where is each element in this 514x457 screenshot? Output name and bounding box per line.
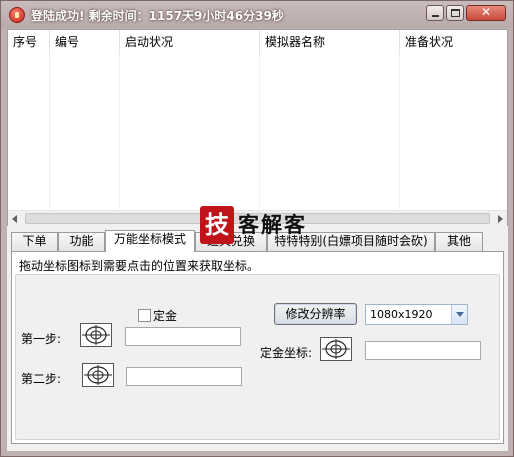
tab-other[interactable]: 其他 (435, 232, 483, 251)
change-resolution-button[interactable]: 修改分辨率 (274, 303, 357, 325)
main-window: 登陆成功! 剩余时间：1157天9小时46分39秒 ✕ 序号 编号 启动状况 模… (0, 0, 514, 457)
title-bar[interactable]: 登陆成功! 剩余时间：1157天9小时46分39秒 ✕ (1, 1, 513, 28)
window-title: 登陆成功! 剩余时间：1157天9小时46分39秒 (31, 9, 284, 23)
step2-target-button[interactable] (82, 363, 114, 387)
list-body[interactable] (8, 54, 507, 209)
minimize-icon (432, 15, 439, 17)
step2-label: 第二步: (21, 372, 62, 386)
column-header-index[interactable]: 序号 (8, 30, 50, 54)
coordinate-panel: 拖动坐标图标到需要点击的位置来获取坐标。 定金 第一步: 第二步: 修改分辨率 … (11, 251, 504, 444)
scroll-right-icon[interactable] (498, 215, 503, 223)
crosshair-target-icon (84, 365, 112, 385)
step1-coordinate-field[interactable] (125, 327, 241, 346)
scroll-left-icon[interactable] (12, 215, 17, 223)
dropdown-button[interactable] (451, 305, 467, 324)
column-header-id[interactable]: 编号 (50, 30, 120, 54)
app-icon (9, 7, 25, 23)
crosshair-target-icon (322, 339, 350, 359)
resolution-select[interactable]: 1080x1920 (365, 304, 468, 325)
maximize-button[interactable] (446, 5, 464, 21)
column-divider (399, 54, 400, 209)
chevron-down-icon (456, 312, 464, 317)
resolution-value: 1080x1920 (370, 308, 433, 321)
watermark-text: 客解客 (238, 212, 307, 237)
column-header-ready-status[interactable]: 准备状况 (400, 30, 507, 54)
checkbox-label: 定金 (153, 309, 178, 323)
deposit-target-button[interactable] (320, 337, 352, 361)
coordinate-group: 定金 第一步: 第二步: 修改分辨率 1080x1920 定金坐标: (15, 274, 500, 440)
tab-functions[interactable]: 功能 (58, 232, 105, 251)
deposit-coordinate-label: 定金坐标: (260, 346, 313, 360)
column-header-launch-status[interactable]: 启动状况 (120, 30, 260, 54)
step1-target-button[interactable] (80, 323, 112, 347)
crosshair-target-icon (82, 325, 110, 345)
close-button[interactable]: ✕ (466, 5, 506, 21)
watermark-badge: 技 (200, 206, 234, 244)
step2-coordinate-field[interactable] (126, 367, 242, 386)
tab-universal-coordinate[interactable]: 万能坐标模式 (105, 230, 195, 252)
deposit-coordinate-field[interactable] (365, 341, 481, 360)
checkbox-box[interactable] (138, 309, 151, 322)
column-header-emulator-name[interactable]: 模拟器名称 (260, 30, 400, 54)
step1-label: 第一步: (21, 332, 62, 346)
maximize-icon (451, 9, 460, 17)
deposit-checkbox[interactable]: 定金 (138, 307, 177, 324)
emulator-list[interactable]: 序号 编号 启动状况 模拟器名称 准备状况 (7, 29, 508, 226)
list-header: 序号 编号 启动状况 模拟器名称 准备状况 (8, 30, 507, 54)
close-icon: ✕ (480, 5, 492, 19)
column-divider (259, 54, 260, 209)
instruction-text: 拖动坐标图标到需要点击的位置来获取坐标。 (19, 259, 260, 273)
column-divider (119, 54, 120, 209)
column-divider (49, 54, 50, 209)
watermark-logo: 技 客解客 (200, 206, 323, 246)
tab-order[interactable]: 下单 (11, 232, 58, 251)
minimize-button[interactable] (426, 5, 444, 21)
